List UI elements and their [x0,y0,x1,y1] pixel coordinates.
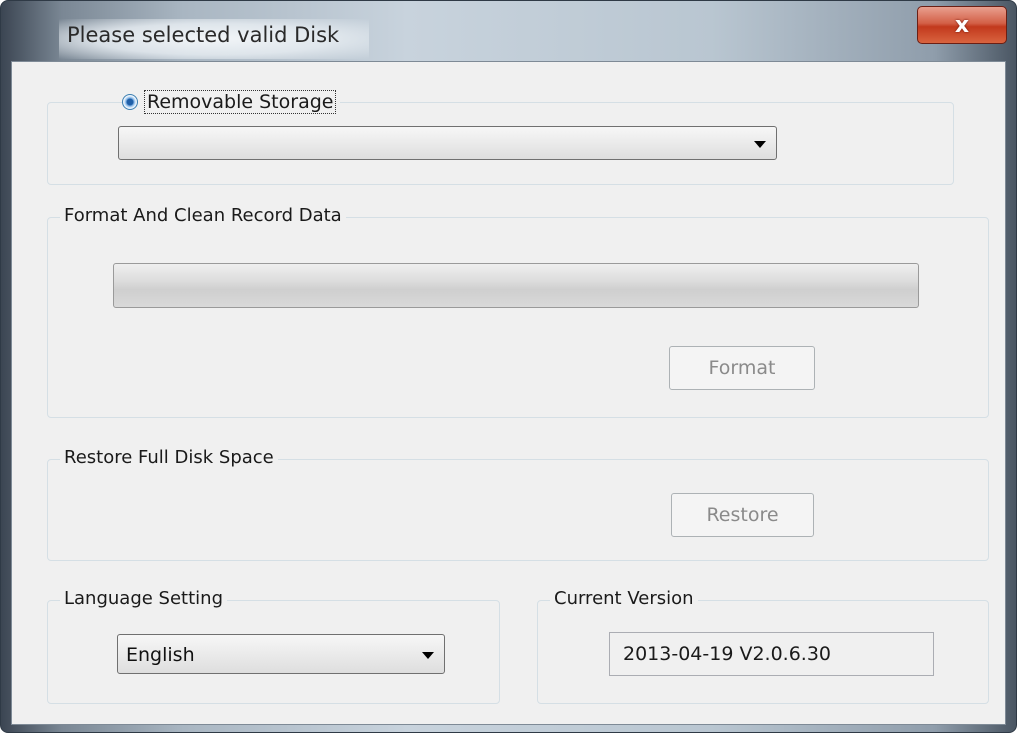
chevron-down-icon [754,141,766,148]
dialog-window: Please selected valid Disk x Removable S… [0,0,1017,733]
title-bar[interactable]: Please selected valid Disk x [1,1,1016,61]
restore-group-legend: Restore Full Disk Space [60,447,278,468]
format-button[interactable]: Format [669,346,815,390]
removable-storage-label[interactable]: Removable Storage [144,90,337,114]
restore-button[interactable]: Restore [671,493,814,537]
disk-select[interactable] [118,126,777,160]
restore-group: Restore Full Disk Space [47,447,989,561]
format-group-legend: Format And Clean Record Data [60,205,346,226]
language-select[interactable]: English [117,634,445,674]
version-display: 2013-04-19 V2.0.6.30 [609,632,934,676]
chevron-down-icon [422,652,434,659]
language-select-value: English [126,644,195,666]
format-group: Format And Clean Record Data [47,205,989,418]
window-title: Please selected valid Disk [67,23,340,47]
close-icon: x [954,12,970,38]
format-progress-bar [113,263,919,308]
radio-selected-indicator[interactable] [122,94,138,110]
close-button[interactable]: x [917,6,1007,44]
removable-storage-radio[interactable]: Removable Storage [122,90,341,114]
version-group-legend: Current Version [550,588,698,609]
language-group-legend: Language Setting [60,588,228,609]
dialog-client-area: Removable Storage Format And Clean Recor… [11,61,1006,725]
